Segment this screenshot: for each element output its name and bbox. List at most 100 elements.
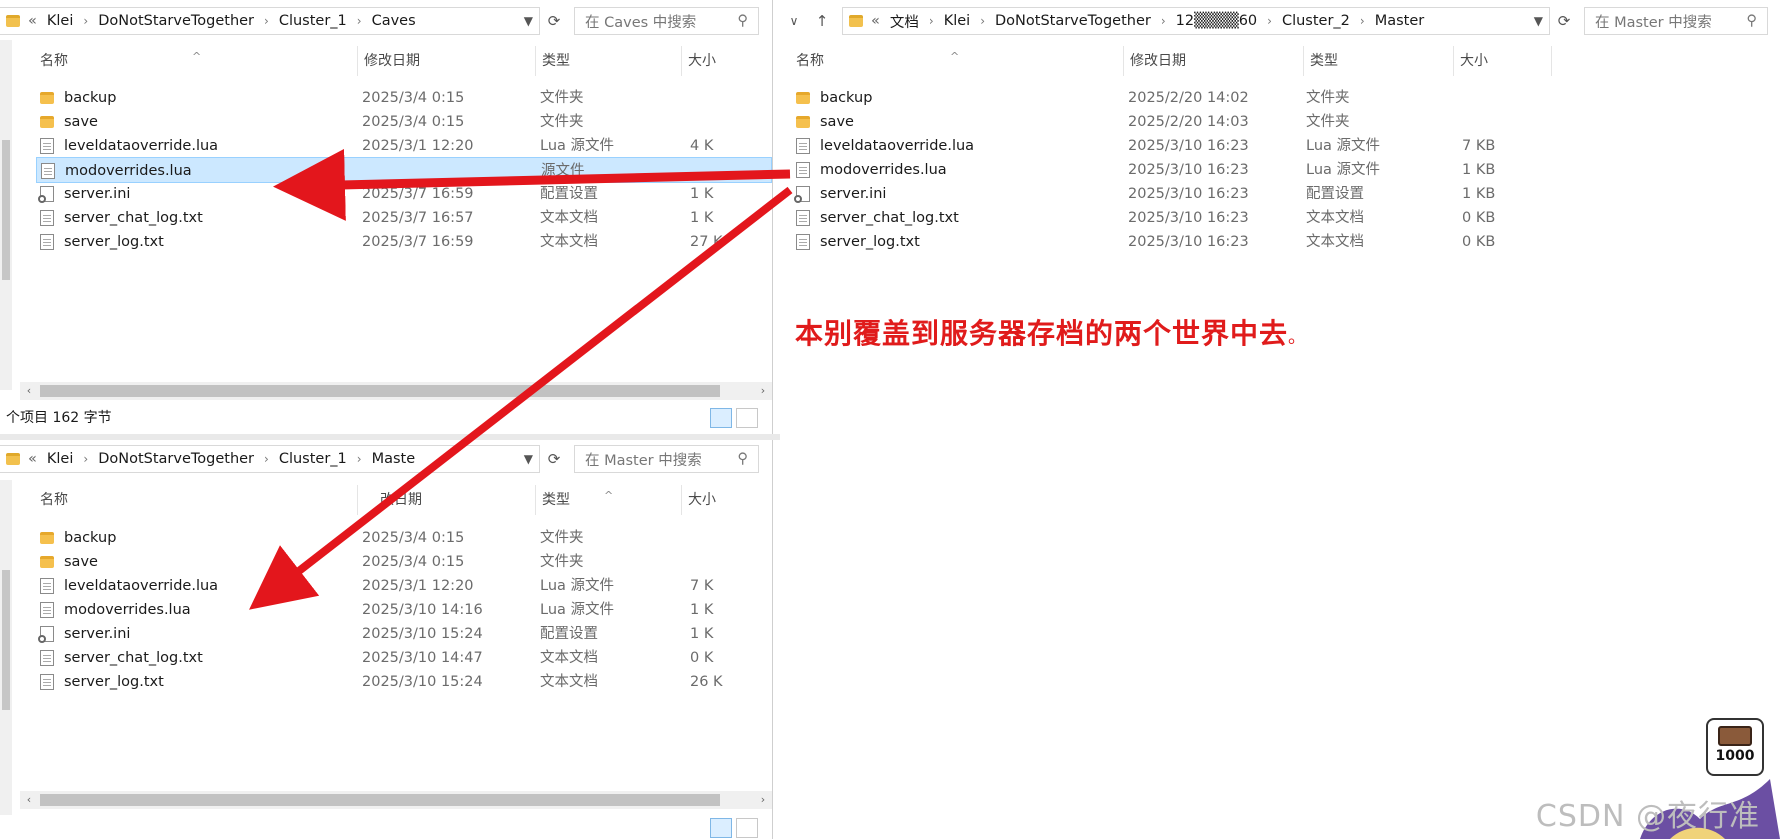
column-header-size[interactable]: 大小: [682, 46, 772, 76]
file-date: 2025/3/10 16:23: [1128, 234, 1249, 250]
large-icons-view-icon[interactable]: [736, 408, 758, 428]
scroll-thumb[interactable]: [40, 385, 720, 397]
chevron-down-icon[interactable]: ▼: [516, 452, 533, 466]
file-row[interactable]: server_log.txt 2025/3/10 15:24 文本文档 26 K: [36, 669, 772, 695]
breadcrumb-item[interactable]: Cluster_1: [279, 13, 347, 29]
column-header-type[interactable]: 类型: [1304, 46, 1454, 76]
folder-icon: [40, 116, 54, 128]
breadcrumb-item[interactable]: Caves: [372, 13, 416, 29]
file-row[interactable]: server.ini 2025/3/10 15:24 配置设置 1 K: [36, 621, 772, 647]
view-toggle: [710, 818, 758, 838]
search-input[interactable]: 在 Master 中搜索 ⚲: [1584, 7, 1768, 35]
file-row[interactable]: modoverrides.lua 2025/3/10 16:23 Lua 源文件 1 …: [792, 157, 1495, 183]
status-bar-text: 个项目 162 字节: [6, 410, 112, 426]
column-header-date[interactable]: 修改日期: [358, 46, 536, 76]
file-row[interactable]: backup 2025/2/20 14:02 文件夹: [792, 85, 1492, 111]
search-placeholder: 在 Caves 中搜索: [585, 14, 697, 31]
breadcrumb-item[interactable]: 文档: [890, 11, 919, 32]
file-row[interactable]: server_log.txt 2025/3/10 16:23 文本文档 0 KB: [792, 229, 1495, 255]
address-bar[interactable]: « Klei › DoNotStarveTogether › Cluster_1 › …: [0, 444, 759, 474]
breadcrumb-item[interactable]: DoNotStarveTogether: [995, 13, 1151, 29]
file-row[interactable]: leveldataoverride.lua 2025/3/1 12:20 Lua 源…: [36, 133, 772, 159]
scroll-thumb[interactable]: [40, 794, 720, 806]
up-arrow-icon[interactable]: ↑: [808, 7, 836, 35]
file-date: 2025/3/1 12:20: [362, 578, 474, 594]
file-row[interactable]: leveldataoverride.lua 2025/3/1 12:20 Lua 源…: [36, 573, 772, 599]
file-row[interactable]: server_log.txt 2025/3/7 16:59 文本文档 27 K: [36, 229, 772, 255]
file-icon: [40, 138, 54, 154]
column-header-type[interactable]: 类型: [536, 46, 682, 76]
breadcrumb-item[interactable]: 12▒▒▒▒60: [1176, 13, 1258, 29]
horizontal-scrollbar[interactable]: ‹ ›: [20, 382, 772, 400]
breadcrumb-item[interactable]: Klei: [47, 13, 74, 29]
vertical-scrollbar[interactable]: [0, 480, 12, 815]
breadcrumb-item[interactable]: Master: [1375, 13, 1425, 29]
file-date: 2025/3/7 16:59: [362, 186, 474, 202]
column-header-name[interactable]: 名称 ^: [34, 46, 358, 76]
chevron-down-icon[interactable]: ∨: [780, 7, 808, 35]
reward-badge: 1000: [1706, 718, 1764, 776]
scroll-left-icon[interactable]: ‹: [20, 382, 38, 400]
file-name: server_chat_log.txt: [64, 650, 203, 666]
chevron-down-icon[interactable]: ▼: [516, 14, 533, 28]
file-row[interactable]: server_chat_log.txt 2025/3/10 14:47 文本文档 0 …: [36, 645, 772, 671]
overflow-chevron-icon[interactable]: «: [28, 451, 37, 467]
breadcrumb-item[interactable]: DoNotStarveTogether: [98, 451, 254, 467]
breadcrumb-item[interactable]: DoNotStarveTogether: [98, 13, 254, 29]
search-input[interactable]: 在 Master 中搜索 ⚲: [574, 445, 759, 473]
column-header-date[interactable]: 修改日期: [1124, 46, 1304, 76]
breadcrumb-item[interactable]: Maste: [372, 451, 416, 467]
column-header-row: 名称 ^ 修改日期 类型 大小: [0, 46, 772, 76]
file-row[interactable]: backup 2025/3/4 0:15 文件夹: [36, 85, 772, 111]
file-row[interactable]: save 2025/3/4 0:15 文件夹: [36, 109, 772, 135]
file-date: 2025/3/10 16:23: [1128, 162, 1249, 178]
address-bar[interactable]: ∨ ↑ « 文档 › Klei › DoNotStarveTogether › 12▒…: [780, 6, 1768, 36]
file-row[interactable]: modoverrides.lua 源文件: [36, 157, 772, 183]
file-size: 4 K: [690, 138, 714, 154]
file-row[interactable]: backup 2025/3/4 0:15 文件夹: [36, 525, 772, 551]
breadcrumb-item[interactable]: Cluster_2: [1282, 13, 1350, 29]
file-name: backup: [64, 530, 117, 546]
refresh-icon[interactable]: ⟳: [540, 7, 568, 35]
overflow-chevron-icon[interactable]: «: [28, 13, 37, 29]
address-bar[interactable]: « Klei › DoNotStarveTogether › Cluster_1 › …: [0, 6, 759, 36]
chevron-down-icon[interactable]: ▼: [1526, 14, 1543, 28]
scroll-thumb[interactable]: [2, 140, 10, 280]
breadcrumb-item[interactable]: Klei: [47, 451, 74, 467]
scroll-right-icon[interactable]: ›: [754, 382, 772, 400]
file-row[interactable]: server.ini 2025/3/10 16:23 配置设置 1 KB: [792, 181, 1495, 207]
search-input[interactable]: 在 Caves 中搜索 ⚲: [574, 7, 759, 35]
scroll-thumb[interactable]: [2, 570, 10, 710]
chevron-right-icon: ›: [928, 14, 934, 28]
file-row[interactable]: server.ini 2025/3/7 16:59 配置设置 1 K: [36, 181, 772, 207]
column-header-type[interactable]: 类型 ^: [536, 485, 682, 515]
file-row[interactable]: modoverrides.lua 2025/3/10 14:16 Lua 源文件 1 …: [36, 597, 772, 623]
refresh-icon[interactable]: ⟳: [1550, 7, 1578, 35]
file-type: 文本文档: [540, 674, 598, 690]
column-header-size[interactable]: 大小: [682, 485, 772, 515]
breadcrumb-item[interactable]: Cluster_1: [279, 451, 347, 467]
column-header-name[interactable]: 名称 ^: [790, 46, 1124, 76]
file-icon: [41, 163, 55, 179]
refresh-icon[interactable]: ⟳: [540, 445, 568, 473]
details-view-icon[interactable]: [710, 818, 732, 838]
file-row[interactable]: server_chat_log.txt 2025/3/10 16:23 文本文档 0 …: [792, 205, 1495, 231]
column-header-name[interactable]: 名称: [34, 485, 358, 515]
file-date: 2025/3/4 0:15: [362, 554, 465, 570]
settings-file-icon: [38, 626, 54, 643]
overflow-chevron-icon[interactable]: «: [871, 13, 880, 29]
file-row[interactable]: save 2025/2/20 14:03 文件夹: [792, 109, 1492, 135]
column-header-date[interactable]: 改日期: [358, 485, 536, 515]
horizontal-scrollbar[interactable]: ‹ ›: [20, 791, 772, 809]
breadcrumb-item[interactable]: Klei: [944, 13, 971, 29]
file-name: leveldataoverride.lua: [820, 138, 975, 154]
details-view-icon[interactable]: [710, 408, 732, 428]
file-row[interactable]: leveldataoverride.lua 2025/3/10 16:23 Lua …: [792, 133, 1495, 159]
large-icons-view-icon[interactable]: [736, 818, 758, 838]
scroll-left-icon[interactable]: ‹: [20, 791, 38, 809]
vertical-scrollbar[interactable]: [0, 40, 12, 390]
column-header-size[interactable]: 大小: [1454, 46, 1552, 76]
file-row[interactable]: server_chat_log.txt 2025/3/7 16:57 文本文档 1 K: [36, 205, 772, 231]
scroll-right-icon[interactable]: ›: [754, 791, 772, 809]
file-row[interactable]: save 2025/3/4 0:15 文件夹: [36, 549, 772, 575]
